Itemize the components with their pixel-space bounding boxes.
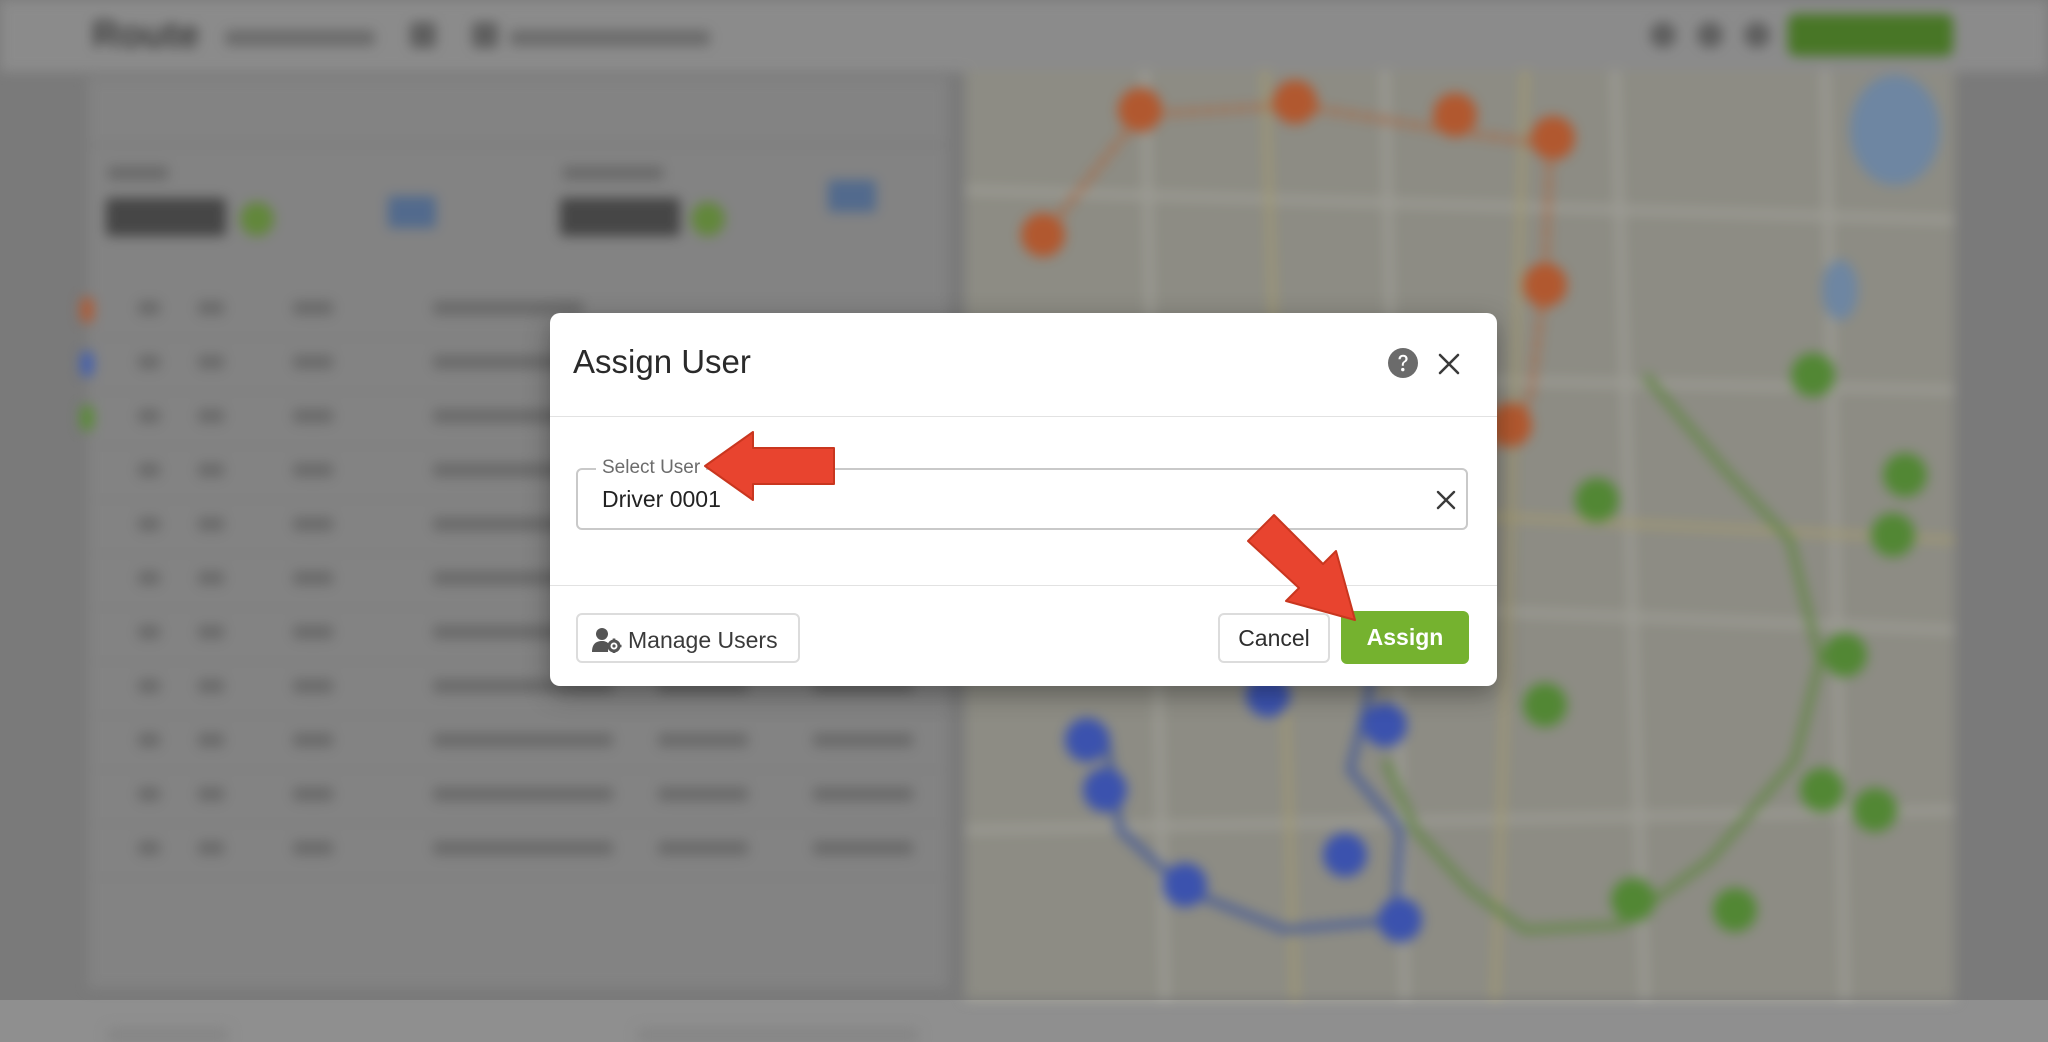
close-icon[interactable]	[1436, 351, 1462, 377]
assign-user-dialog: Assign User Select User Driver 0001 Mana…	[550, 313, 1497, 686]
panel-footer-left	[108, 1028, 228, 1042]
select-user-label: Select User	[596, 457, 707, 479]
annotation-arrow-down-right	[1247, 514, 1356, 621]
dialog-header: Assign User	[550, 313, 1497, 417]
annotation-arrow-left	[704, 431, 835, 501]
clear-icon[interactable]	[1434, 488, 1458, 512]
panel-footer-right	[638, 1028, 918, 1042]
dialog-title: Assign User	[573, 343, 751, 380]
manage-users-label: Manage Users	[628, 627, 778, 653]
manage-users-button[interactable]: Manage Users	[576, 613, 800, 663]
user-gear-icon	[592, 628, 622, 653]
help-circle-icon[interactable]	[1387, 347, 1419, 379]
